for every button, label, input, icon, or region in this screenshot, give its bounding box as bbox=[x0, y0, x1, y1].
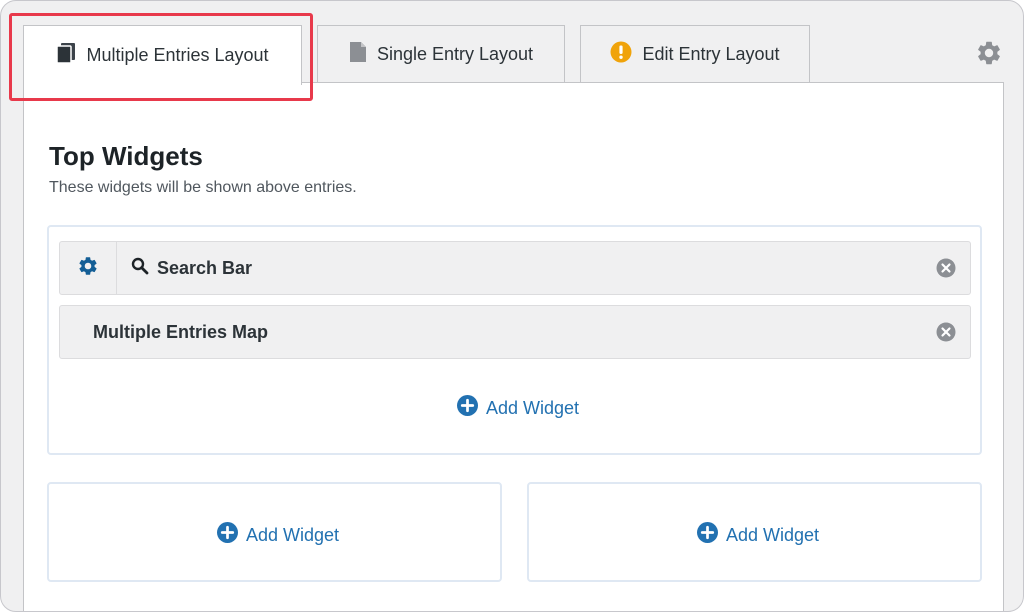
plus-circle-icon bbox=[217, 522, 238, 548]
widget-label: Search Bar bbox=[157, 257, 253, 278]
gear-icon bbox=[77, 255, 99, 282]
tab-label: Edit Entry Layout bbox=[642, 44, 780, 64]
add-widget-label: Add Widget bbox=[726, 524, 820, 545]
tab-edit-entry-layout[interactable]: Edit Entry Layout bbox=[580, 25, 810, 83]
add-widget-button[interactable]: Add Widget bbox=[697, 522, 819, 548]
widget-title: Search Bar bbox=[131, 257, 252, 280]
remove-widget-icon[interactable] bbox=[936, 258, 956, 278]
plus-circle-icon bbox=[457, 395, 478, 421]
document-icon bbox=[349, 41, 367, 68]
add-widget-label: Add Widget bbox=[246, 524, 340, 545]
widget-multiple-entries-map[interactable]: Multiple Entries Map bbox=[59, 305, 971, 359]
section-title: Top Widgets bbox=[49, 141, 203, 171]
remove-widget-icon[interactable] bbox=[936, 322, 956, 342]
right-widgets-area: Add Widget bbox=[527, 482, 982, 582]
add-widget-button[interactable]: Add Widget bbox=[457, 395, 579, 421]
tab-single-entry-layout[interactable]: Single Entry Layout bbox=[317, 25, 565, 83]
widget-search-bar[interactable]: Search Bar bbox=[59, 241, 971, 295]
search-icon bbox=[131, 257, 149, 280]
top-widgets-area: Search Bar Multiple Entries Map Add Widg… bbox=[47, 225, 982, 455]
left-widgets-area: Add Widget bbox=[47, 482, 502, 582]
section-description: These widgets will be shown above entrie… bbox=[49, 179, 357, 196]
plus-circle-icon bbox=[697, 522, 718, 548]
app-frame: Multiple Entries Layout Single Entry Lay… bbox=[0, 0, 1024, 612]
gear-icon[interactable] bbox=[975, 39, 1003, 67]
tab-label: Single Entry Layout bbox=[376, 44, 534, 64]
widget-label: Multiple Entries Map bbox=[93, 321, 269, 342]
add-widget-label: Add Widget bbox=[486, 397, 580, 418]
add-widget-button[interactable]: Add Widget bbox=[217, 522, 339, 548]
warning-icon bbox=[610, 41, 632, 68]
active-tab-highlight bbox=[9, 13, 313, 101]
widget-settings-button[interactable] bbox=[60, 242, 117, 294]
layout-panel: Top Widgets These widgets will be shown … bbox=[23, 82, 1004, 611]
